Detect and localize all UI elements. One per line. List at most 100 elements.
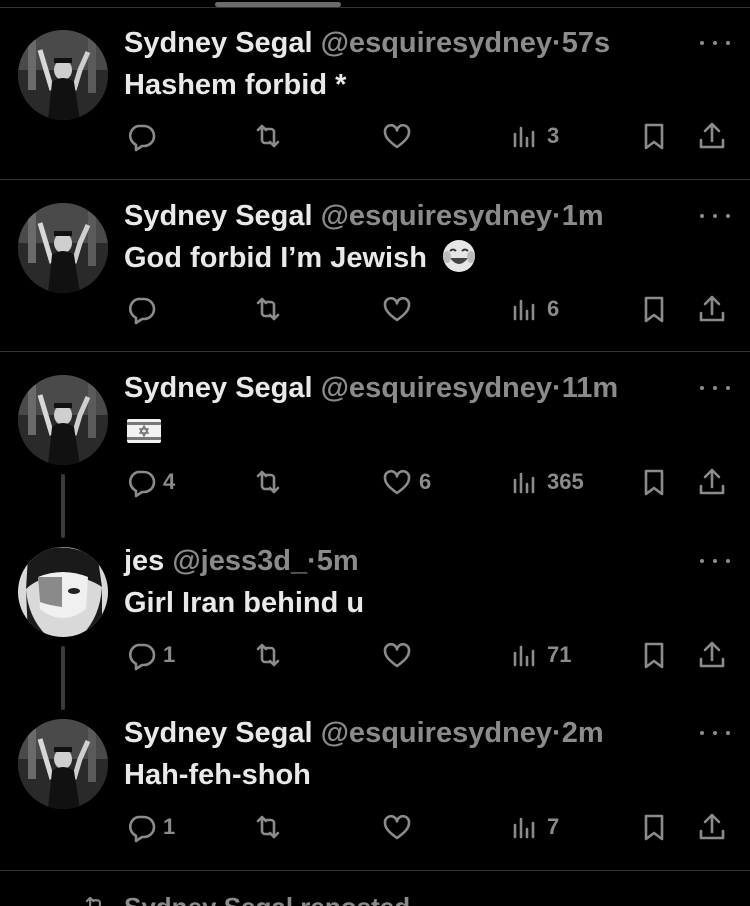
- author-name[interactable]: Sydney Segal: [124, 372, 313, 404]
- israel-flag-emoji: [127, 419, 161, 443]
- avatar-anime-character: [18, 547, 108, 637]
- separator-dot: ·: [552, 27, 562, 59]
- share-button[interactable]: [696, 465, 728, 499]
- like-icon: [381, 293, 413, 325]
- like-button[interactable]: 6: [381, 465, 431, 499]
- more-icon[interactable]: [700, 33, 730, 53]
- author-handle[interactable]: @esquiresydney: [321, 372, 552, 404]
- views-icon: [509, 293, 541, 325]
- avatar-graduate-photo: [18, 375, 108, 465]
- timestamp[interactable]: 11m: [562, 372, 618, 404]
- avatar-graduate-photo: [18, 30, 108, 120]
- share-icon: [696, 120, 728, 152]
- more-icon[interactable]: [700, 378, 730, 398]
- bookmark-icon: [638, 466, 670, 498]
- share-button[interactable]: [696, 810, 728, 844]
- author-name[interactable]: Sydney Segal: [124, 717, 313, 749]
- views-button[interactable]: 365: [509, 465, 584, 499]
- like-button[interactable]: [381, 638, 419, 672]
- reply-count: 1: [163, 814, 176, 839]
- retweet-button[interactable]: [252, 119, 284, 153]
- share-button[interactable]: [696, 292, 728, 326]
- reply-button[interactable]: 1: [125, 810, 175, 844]
- author-name[interactable]: Sydney Segal: [124, 27, 313, 59]
- bookmark-button[interactable]: [638, 810, 670, 844]
- share-icon: [696, 811, 728, 843]
- more-icon[interactable]: [700, 551, 730, 571]
- views-count: 7: [547, 814, 560, 839]
- views-count: 3: [547, 123, 560, 148]
- thread-connector: [61, 474, 65, 538]
- like-button[interactable]: [381, 119, 419, 153]
- author-handle[interactable]: @esquiresydney: [321, 200, 552, 232]
- views-icon: [509, 120, 541, 152]
- retweet-icon: [252, 120, 284, 152]
- views-count: 71: [547, 642, 572, 667]
- tears-of-joy-emoji: [442, 240, 475, 273]
- author-handle[interactable]: @esquiresydney: [321, 27, 552, 59]
- retweet-button[interactable]: [252, 810, 284, 844]
- author-name[interactable]: Sydney Segal: [124, 200, 313, 232]
- avatar[interactable]: [18, 203, 108, 293]
- views-count: 365: [547, 469, 584, 494]
- bookmark-button[interactable]: [638, 292, 670, 326]
- bookmark-button[interactable]: [638, 465, 670, 499]
- share-icon: [696, 639, 728, 671]
- like-button[interactable]: [381, 810, 419, 844]
- more-icon[interactable]: [700, 723, 730, 743]
- avatar-graduate-photo: [18, 203, 108, 293]
- like-icon: [381, 466, 413, 498]
- share-icon: [696, 293, 728, 325]
- author-name[interactable]: jes: [124, 545, 164, 577]
- avatar-graduate-photo: [18, 719, 108, 809]
- tweet-text: God forbid I’m Jewish: [124, 240, 477, 275]
- reply-icon: [125, 293, 157, 325]
- reply-button[interactable]: 4: [125, 465, 175, 499]
- share-button[interactable]: [696, 119, 728, 153]
- views-button[interactable]: 71: [509, 638, 571, 672]
- bookmark-button[interactable]: [638, 638, 670, 672]
- bookmark-icon: [638, 639, 670, 671]
- retweet-icon: [252, 466, 284, 498]
- separator-dot: ·: [307, 545, 317, 577]
- retweet-icon: [80, 893, 110, 906]
- avatar[interactable]: [18, 547, 108, 637]
- like-button[interactable]: [381, 292, 419, 326]
- reply-button[interactable]: 1: [125, 638, 175, 672]
- retweet-button[interactable]: [252, 638, 284, 672]
- tweet-text-content: God forbid I’m Jewish: [124, 242, 427, 274]
- repost-context-label[interactable]: Sydney Segal reposted: [124, 892, 410, 906]
- reply-button[interactable]: [125, 119, 163, 153]
- views-icon: [509, 639, 541, 671]
- avatar[interactable]: [18, 30, 108, 120]
- reply-icon: [125, 811, 157, 843]
- avatar[interactable]: [18, 375, 108, 465]
- retweet-button[interactable]: [252, 465, 284, 499]
- timestamp[interactable]: 2m: [562, 717, 604, 749]
- retweet-button[interactable]: [252, 292, 284, 326]
- timestamp[interactable]: 1m: [562, 200, 604, 232]
- reply-icon: [125, 120, 157, 152]
- views-button[interactable]: 3: [509, 119, 559, 153]
- share-button[interactable]: [696, 638, 728, 672]
- more-icon[interactable]: [700, 206, 730, 226]
- retweet-icon: [252, 811, 284, 843]
- tweet-divider: [0, 179, 750, 180]
- thread-connector: [61, 646, 65, 710]
- reply-count: 4: [163, 469, 176, 494]
- bookmark-button[interactable]: [638, 119, 670, 153]
- reply-button[interactable]: [125, 292, 163, 326]
- reply-icon: [125, 466, 157, 498]
- tweet-header: Sydney Segal @esquiresydney·57s: [124, 26, 610, 60]
- views-button[interactable]: 6: [509, 292, 559, 326]
- author-handle[interactable]: @jess3d_: [172, 545, 307, 577]
- views-button[interactable]: 7: [509, 810, 559, 844]
- bookmark-icon: [638, 293, 670, 325]
- timestamp[interactable]: 57s: [562, 27, 610, 59]
- author-handle[interactable]: @esquiresydney: [321, 717, 552, 749]
- timestamp[interactable]: 5m: [317, 545, 359, 577]
- tweet-divider: [0, 351, 750, 352]
- reply-icon: [125, 639, 157, 671]
- avatar[interactable]: [18, 719, 108, 809]
- views-count: 6: [547, 296, 560, 321]
